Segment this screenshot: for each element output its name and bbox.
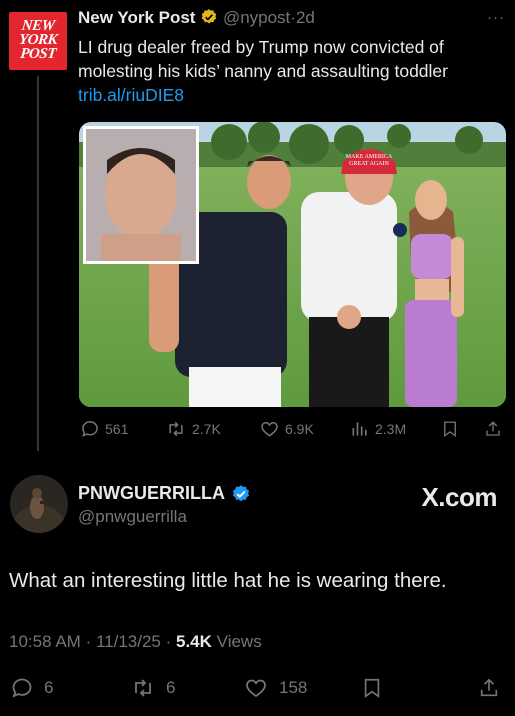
avatar[interactable] [10,475,68,533]
golf-course-photo: MAKE AMERICA GREAT AGAIN [79,122,506,407]
like-count: 6.9K [285,421,314,437]
x-watermark: X.com [421,482,497,512]
heart-icon [243,676,269,700]
verified-icon [231,484,251,504]
share-icon [478,676,500,700]
post-date[interactable]: 11/13/25 [96,632,161,651]
thread-line [37,76,39,451]
ellipsis-icon[interactable]: ··· [487,9,505,26]
photo-hat-text: MAKE AMERICA [346,154,393,160]
share-button[interactable] [484,419,502,439]
views-icon [350,419,370,439]
author-name[interactable]: PNWGUERRILLA [78,483,225,504]
bookmark-button[interactable] [361,676,383,700]
post-text: What an interesting little hat he is wea… [9,569,447,592]
repost-icon [165,419,187,439]
repost-count: 2.7K [192,421,221,437]
author-name-row[interactable]: PNWGUERRILLA [78,483,251,504]
repost-count: 6 [166,678,176,697]
views-count-main: 5.4K [176,632,212,651]
views-label: Views [216,632,262,651]
quoted-post-body: LI drug dealer freed by Trump now convic… [78,37,448,81]
post-time[interactable]: 10:58 AM [9,632,81,651]
reply-icon [80,419,100,439]
repost-button[interactable]: 6 [130,676,175,700]
photo-hat-text: GREAT AGAIN [349,161,389,167]
nypost-avatar[interactable]: NEW YORK POST [9,12,67,70]
post-photo[interactable]: MAKE AMERICA GREAT AGAIN [79,122,506,407]
heart-icon [259,419,280,439]
post-meta: 10:58 AM · 11/13/25 · 5.4K Views [9,632,262,651]
author-handle[interactable]: @pnwguerrilla [78,507,187,527]
post-age[interactable]: 2d [296,8,315,27]
post-link[interactable]: trib.al/riuDIE8 [78,83,508,107]
repost-button[interactable]: 2.7K [165,419,221,439]
bookmark-icon [441,419,459,439]
share-icon [484,419,502,439]
like-button[interactable]: 158 [243,676,307,700]
like-count: 158 [279,678,308,697]
verified-gold-icon [200,8,218,26]
avatar-image [10,475,68,533]
views-button[interactable]: 2.3M [350,419,406,439]
quoted-handle[interactable]: @nypost [223,8,290,27]
bookmark-icon [361,676,383,700]
quoted-post-header: New York Post @nypost·2d [78,8,315,28]
views-count: 2.3M [375,421,407,437]
bookmark-button[interactable] [441,419,459,439]
quoted-post-actions: 561 2.7K 6.9K 2.3M [0,419,515,441]
reply-icon [10,676,34,700]
quoted-post-text: LI drug dealer freed by Trump now convic… [78,35,508,107]
repost-icon [130,676,156,700]
share-button[interactable] [478,676,500,700]
reply-count: 561 [105,421,129,437]
reply-count: 6 [44,678,54,697]
reply-button[interactable]: 561 [80,419,128,439]
post-actions: 6 6 158 [0,676,515,702]
quoted-author-name[interactable]: New York Post [78,8,195,27]
logo-word: POST [19,46,57,62]
like-button[interactable]: 6.9K [259,419,314,439]
reply-button[interactable]: 6 [10,676,53,700]
